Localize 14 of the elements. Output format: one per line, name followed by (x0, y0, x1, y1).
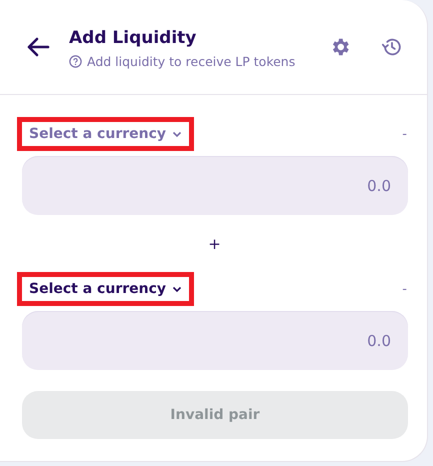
balance-text: - (402, 126, 407, 142)
back-button[interactable] (26, 37, 50, 57)
plus-sign: + (208, 235, 221, 253)
amount-input[interactable]: 0.0 (22, 311, 408, 370)
amount-input[interactable]: 0.0 (22, 156, 408, 215)
currency-select[interactable]: Select a currency (17, 272, 194, 306)
chevron-icon (172, 130, 182, 138)
help-icon (69, 54, 82, 68)
history-button[interactable] (381, 36, 403, 58)
page-title: Add Liquidity (69, 28, 198, 48)
chevron-icon (172, 286, 182, 292)
currency-select[interactable]: Select a currency (17, 117, 194, 151)
balance-text: - (402, 282, 407, 296)
page-subtitle: Add liquidity to receive LP tokens (87, 54, 296, 68)
